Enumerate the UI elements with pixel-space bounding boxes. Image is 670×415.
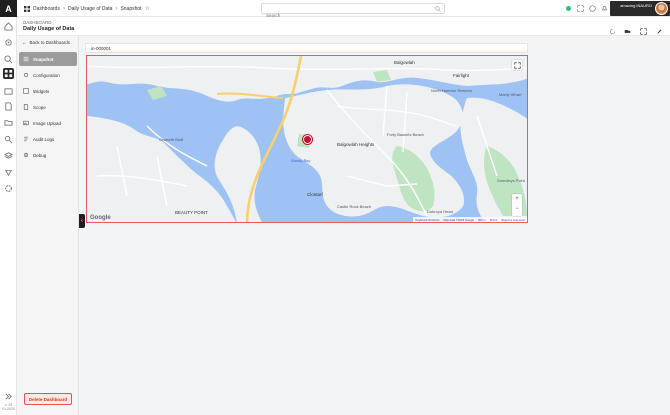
map-label-fairlight: Fairlight [453, 73, 470, 78]
apps-grid-icon[interactable] [24, 5, 30, 12]
nav-item-configuration[interactable]: Configuration [19, 68, 77, 82]
search-alt-icon[interactable] [3, 134, 14, 145]
settings-icon[interactable] [3, 183, 14, 194]
snapshot-id-bar: in-000001 [85, 43, 528, 53]
notification-bell-icon[interactable] [600, 4, 608, 12]
map-attribution: Keyboard shortcuts Map data ©2023 Google… [413, 217, 527, 222]
dashboard-icon[interactable] [3, 68, 14, 79]
icon-rail: A v. 29 01.2024 [0, 0, 17, 415]
nav-item-audit-logs[interactable]: Audit Logs [19, 132, 77, 146]
user-name: amazing INAURO [620, 3, 652, 8]
app-root: A v. 29 01.2024 Dashboards › Daily Usage… [0, 0, 670, 415]
map-label-beauty-point: BEAUTY POINT [175, 210, 208, 215]
main-content: in-000001 Balgowlah Fairlight Manly Whar… [85, 43, 529, 223]
nav-item-scope[interactable]: Scope [19, 100, 77, 114]
map-label-smedleys-point: Smedleys Point [497, 178, 525, 183]
avatar[interactable] [655, 2, 668, 15]
nav-item-label: Scope [33, 104, 46, 110]
image-icon [23, 120, 29, 126]
nav-item-label: Widgets [33, 88, 50, 94]
search-box [261, 3, 445, 20]
log-icon [24, 136, 28, 142]
favorite-star-icon[interactable]: ☆ [145, 5, 150, 12]
widget-icon [23, 88, 29, 94]
search-icon[interactable] [435, 6, 441, 12]
terms-link[interactable]: Terms [490, 218, 498, 222]
list-icon [23, 56, 29, 62]
nav-item-snapshot[interactable]: Snapshot [19, 52, 77, 66]
location-pin-icon[interactable] [303, 135, 312, 144]
top-bar: Dashboards › Daily Usage of Data › Snaps… [17, 0, 670, 20]
map-data-text: Map data ©2023 Google [443, 217, 474, 222]
search-icon[interactable] [3, 54, 14, 65]
home-icon[interactable] [3, 21, 14, 32]
dashboard-subnav: ← Back to Dashboards Snapshot Configurat… [17, 36, 79, 415]
layers-icon[interactable] [3, 150, 14, 161]
breadcrumb-daily-usage[interactable]: Daily Usage of Data [68, 6, 112, 12]
back-label: Back to Dashboards [29, 40, 71, 45]
expand-rail-icon[interactable] [4, 392, 13, 401]
debug-icon [23, 152, 29, 158]
map-label-balgowlah: Balgowlah [394, 60, 415, 65]
version-label: v. 29 01.2024 [2, 403, 15, 411]
user-menu[interactable]: amazing INAURO [610, 1, 670, 16]
network-icon[interactable] [3, 167, 14, 178]
edit-icon[interactable] [656, 22, 664, 34]
folder-icon[interactable] [3, 117, 14, 128]
keyboard-shortcuts-link[interactable]: Keyboard shortcuts [415, 218, 439, 222]
nav-item-label: Snapshot [33, 56, 54, 62]
refresh-icon[interactable] [609, 22, 617, 34]
nav-item-label: Image Upload [33, 120, 62, 126]
page-title: Daily Usage of Data [23, 26, 75, 32]
map-label-sandy-bay: Sandy Bay [291, 158, 311, 163]
map-label-castle-rock: Castle Rock Beach [337, 204, 372, 209]
document-icon [23, 104, 29, 110]
nav-item-image-upload[interactable]: Image Upload [19, 116, 77, 130]
help-icon[interactable] [588, 4, 596, 12]
inbox-icon[interactable] [3, 86, 14, 97]
delete-dashboard-button[interactable]: Delete Dashboard [24, 393, 72, 405]
map-widget[interactable]: Balgowlah Fairlight Manly Wharf Balgowla… [86, 55, 528, 223]
map-fullscreen-button[interactable] [512, 60, 522, 70]
page-kicker: DASHBOARD [23, 20, 52, 25]
fullscreen-icon[interactable] [576, 4, 584, 12]
nav-item-label: Configuration [33, 72, 60, 78]
truck-icon[interactable] [624, 22, 632, 33]
zoom-in-button[interactable]: + [512, 194, 522, 204]
arrow-left-icon: ← [22, 40, 27, 45]
expand-icon[interactable] [640, 22, 648, 35]
breadcrumb-snapshot[interactable]: Snapshot [120, 6, 141, 12]
nav-item-debug[interactable]: Debug [19, 148, 77, 162]
scale-label: 200 m [477, 217, 486, 222]
back-to-dashboards-link[interactable]: ← Back to Dashboards [22, 40, 70, 45]
nav-item-label: Debug [33, 152, 47, 158]
report-error-link[interactable]: Report a map error [501, 218, 525, 222]
map-label-manly-wharf: Manly Wharf [499, 92, 522, 97]
map-label-forty-baskets: Forty Baskets Beach [387, 132, 424, 137]
map-label-north-harbour: North Harbour Reserve [431, 88, 473, 93]
nav-item-widgets[interactable]: Widgets [19, 84, 77, 98]
breadcrumb: Dashboards › Daily Usage of Data › Snaps… [24, 4, 150, 13]
breadcrumb-dashboards[interactable]: Dashboards [33, 6, 60, 12]
map-label-dobroyd-head: Dobroyd Head [427, 209, 453, 214]
fullscreen-icon [513, 61, 521, 69]
app-logo[interactable]: A [0, 0, 17, 17]
map-zoom-control: + − [512, 194, 522, 216]
breadcrumb-separator-icon: › [62, 5, 65, 12]
status-indicator [566, 6, 571, 11]
zoom-out-button[interactable]: − [512, 204, 522, 214]
gear-icon [23, 72, 29, 78]
page-header: DASHBOARD Daily Usage of Data [17, 17, 670, 36]
map-label-balgowlah-heights: Balgowlah Heights [337, 142, 375, 147]
document-icon[interactable] [3, 101, 14, 112]
map-label-clontarf: Clontarf [307, 192, 323, 197]
map-label-seaforth-bluff: Seaforth Bluff [159, 137, 184, 142]
nav-item-label: Audit Logs [33, 136, 55, 142]
chevron-left-icon: ‹ [81, 218, 83, 224]
google-logo: Google [90, 215, 111, 221]
breadcrumb-separator-icon: › [115, 5, 118, 12]
gear-icon[interactable] [3, 37, 14, 48]
